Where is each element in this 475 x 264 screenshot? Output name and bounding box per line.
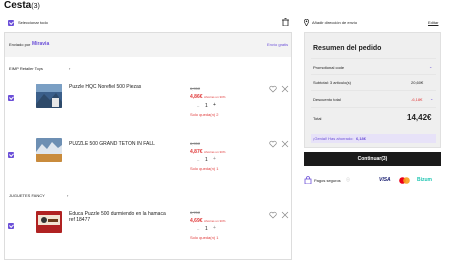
heart-icon[interactable] [269, 211, 277, 219]
qty-decrease[interactable]: – [197, 226, 199, 231]
qty-value[interactable]: 1 [205, 157, 208, 163]
sale-price: 4,86€ [190, 94, 203, 100]
summary-divider [311, 74, 436, 75]
stock-note: Solo queda(n) 1 [190, 166, 219, 171]
stock-note: Solo queda(n) 1 [190, 235, 219, 240]
chevron-right-icon: › [69, 66, 71, 71]
address-label: Añadir dirección de envío [312, 20, 358, 25]
item-title[interactable]: PUZZLE 500 GRAND TETON IN FALL [69, 141, 179, 147]
original-price: 6,95€ [190, 86, 201, 91]
address-row: Añadir dirección de envío Editar [304, 18, 444, 28]
item-checkbox[interactable] [8, 152, 14, 158]
product-thumbnail[interactable] [36, 138, 62, 162]
cart-item: Educa Puzzle 500 durmiendo en la hamaca … [5, 209, 291, 259]
stock-note: Solo queda(n) 2 [190, 112, 219, 117]
cart-items-panel: Enviado por Miravia Envío gratis EIMP Re… [4, 32, 292, 260]
info-icon[interactable]: ⓘ [346, 177, 350, 183]
close-icon[interactable] [281, 85, 289, 93]
page-title: Cesta(3) [4, 0, 40, 11]
bizum-logo: Bizum [417, 177, 432, 183]
shopping-bag-icon [304, 176, 312, 184]
discount-value: -6,18€ [411, 97, 423, 102]
shipping-header: Enviado por Miravia Envío gratis [5, 33, 291, 57]
edit-address-link[interactable]: Editar [428, 20, 438, 25]
free-shipping-badge: Envío gratis [267, 42, 289, 47]
close-icon[interactable] [281, 140, 289, 148]
promo-code-label: Promotional code [313, 65, 345, 70]
subtotal-value: 20,60€ [411, 80, 424, 85]
original-price: 6,95€ [190, 141, 201, 146]
cart-item: PUZZLE 500 GRAND TETON IN FALL 6,95€ 4,8… [5, 138, 291, 186]
secure-payments-label: Pagos seguros [314, 178, 341, 183]
select-all-row: Seleccionar todo [4, 18, 292, 28]
qty-value[interactable]: 1 [205, 226, 208, 232]
select-all-checkbox[interactable] [8, 20, 14, 26]
chevron-down-icon[interactable]: ⌄ [430, 96, 433, 101]
savings-value: 6,18€ [356, 136, 367, 141]
discount-note: Ahorras un 30% [204, 95, 226, 99]
qty-increase[interactable]: + [213, 225, 216, 231]
subtotal-label: Subtotal: 3 artículo(s) [313, 80, 352, 85]
qty-increase[interactable]: + [213, 102, 216, 108]
total-value: 14,42€ [407, 113, 432, 122]
product-thumbnail[interactable] [36, 211, 62, 233]
payment-methods-row: Pagos seguros ⓘ VISA Bizum [304, 174, 444, 188]
item-count: (3) [31, 3, 40, 10]
mastercard-logo [399, 177, 410, 184]
qty-decrease[interactable]: – [197, 157, 199, 162]
item-title[interactable]: Educa Puzzle 500 durmiendo en la hamaca … [69, 211, 169, 223]
select-all-label: Seleccionar todo [18, 20, 48, 25]
page-title-text: Cesta [4, 0, 32, 11]
visa-logo: VISA [379, 177, 391, 183]
order-summary-panel: Resumen del pedido Promotional code ⌄ Su… [304, 32, 441, 148]
location-pin-icon [304, 19, 309, 26]
summary-divider [311, 107, 436, 108]
qty-value[interactable]: 1 [205, 103, 208, 109]
miravia-brand: Miravia [32, 41, 50, 47]
promo-code-row[interactable]: Promotional code ⌄ [311, 63, 436, 72]
discount-note: Ahorras un 30% [204, 219, 226, 223]
summary-divider [311, 90, 436, 91]
item-checkbox[interactable] [8, 95, 14, 101]
summary-title: Resumen del pedido [313, 45, 382, 52]
chevron-down-icon: ⌄ [429, 64, 433, 69]
checkout-button[interactable]: Continuar(3) [304, 152, 441, 166]
summary-divider [311, 58, 436, 59]
discount-note: Ahorras un 30% [204, 150, 226, 154]
qty-decrease[interactable]: – [197, 103, 199, 108]
product-thumbnail[interactable] [36, 84, 62, 108]
sale-price: 4,87€ [190, 149, 203, 155]
heart-icon[interactable] [269, 140, 277, 148]
store-name: EIMP Retailer Toys [9, 66, 43, 71]
savings-banner: ¡Genial! Has ahorrado: 6,18€ [311, 134, 436, 143]
shipped-by-label: Enviado por [9, 42, 31, 47]
close-icon[interactable] [281, 211, 289, 219]
original-price: 6,70€ [190, 210, 201, 215]
chevron-right-icon: › [67, 193, 69, 198]
heart-icon[interactable] [269, 85, 277, 93]
item-title[interactable]: Puzzle HQC Norefiel 500 Piezas [69, 84, 179, 90]
trash-icon[interactable] [282, 18, 289, 26]
total-label: Total [313, 116, 322, 121]
savings-label: ¡Genial! Has ahorrado: [313, 136, 354, 141]
sale-price: 4,69€ [190, 218, 203, 224]
discount-label: Descuento total [313, 97, 341, 102]
store-name: JUGUETES FANCY [9, 193, 45, 198]
item-checkbox[interactable] [8, 223, 14, 229]
qty-increase[interactable]: + [213, 156, 216, 162]
